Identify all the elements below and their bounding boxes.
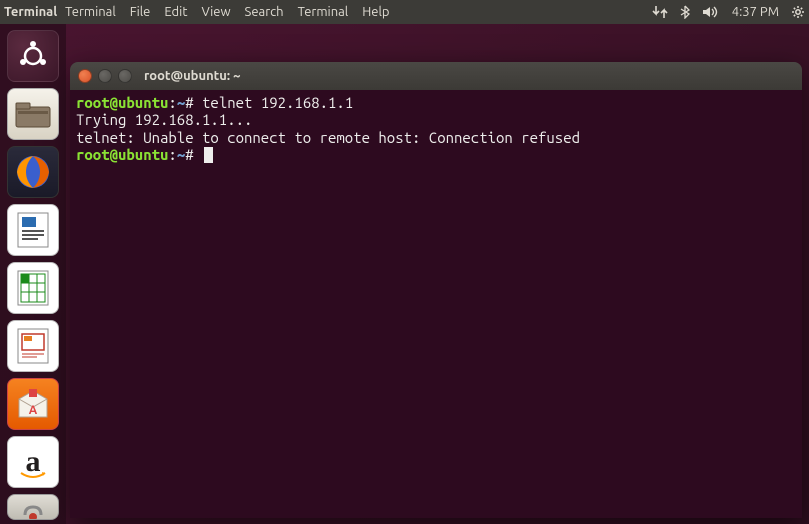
menu-terminal[interactable]: Terminal [65,5,116,19]
terminal-line-3: root@ubuntu:~# [76,146,796,163]
menu-edit[interactable]: Edit [164,5,187,19]
app-name: Terminal [4,5,57,19]
menu-terminal-2[interactable]: Terminal [298,5,349,19]
launcher-software[interactable]: A [7,378,59,430]
launcher-files[interactable] [7,88,59,140]
menu-file[interactable]: File [130,5,151,19]
terminal-line-1: Trying 192.168.1.1... [76,111,796,128]
launcher-firefox[interactable] [7,146,59,198]
bluetooth-icon[interactable] [680,5,690,19]
volume-icon[interactable] [702,5,720,19]
gear-icon[interactable] [791,5,805,19]
svg-text:A: A [29,404,38,417]
menu-view[interactable]: View [201,5,230,19]
window-close-button[interactable] [78,69,92,83]
window-maximize-button[interactable] [118,69,132,83]
launcher-writer[interactable] [7,204,59,256]
menu-search[interactable]: Search [245,5,284,19]
terminal-window: root@ubuntu: ~ root@ubuntu:~# telnet 192… [70,62,802,518]
window-minimize-button[interactable] [98,69,112,83]
system-tray: 4:37 PM [652,5,805,19]
terminal-body[interactable]: root@ubuntu:~# telnet 192.168.1.1 Trying… [70,90,802,167]
unity-launcher: A a [0,24,66,524]
terminal-line-2: telnet: Unable to connect to remote host… [76,129,796,146]
terminal-titlebar[interactable]: root@ubuntu: ~ [70,62,802,90]
window-title: root@ubuntu: ~ [144,69,241,83]
menu-help[interactable]: Help [362,5,389,19]
launcher-dash[interactable] [7,30,59,82]
network-icon[interactable] [652,5,668,19]
top-menubar: Terminal Terminal File Edit View Search … [0,0,809,24]
launcher-calc[interactable] [7,262,59,314]
terminal-line-0: root@ubuntu:~# telnet 192.168.1.1 [76,94,796,111]
launcher-impress[interactable] [7,320,59,372]
command-0: telnet 192.168.1.1 [202,94,353,111]
launcher-amazon[interactable]: a [7,436,59,488]
terminal-cursor [204,147,213,163]
launcher-settings[interactable] [7,494,59,520]
clock-text[interactable]: 4:37 PM [732,5,779,19]
